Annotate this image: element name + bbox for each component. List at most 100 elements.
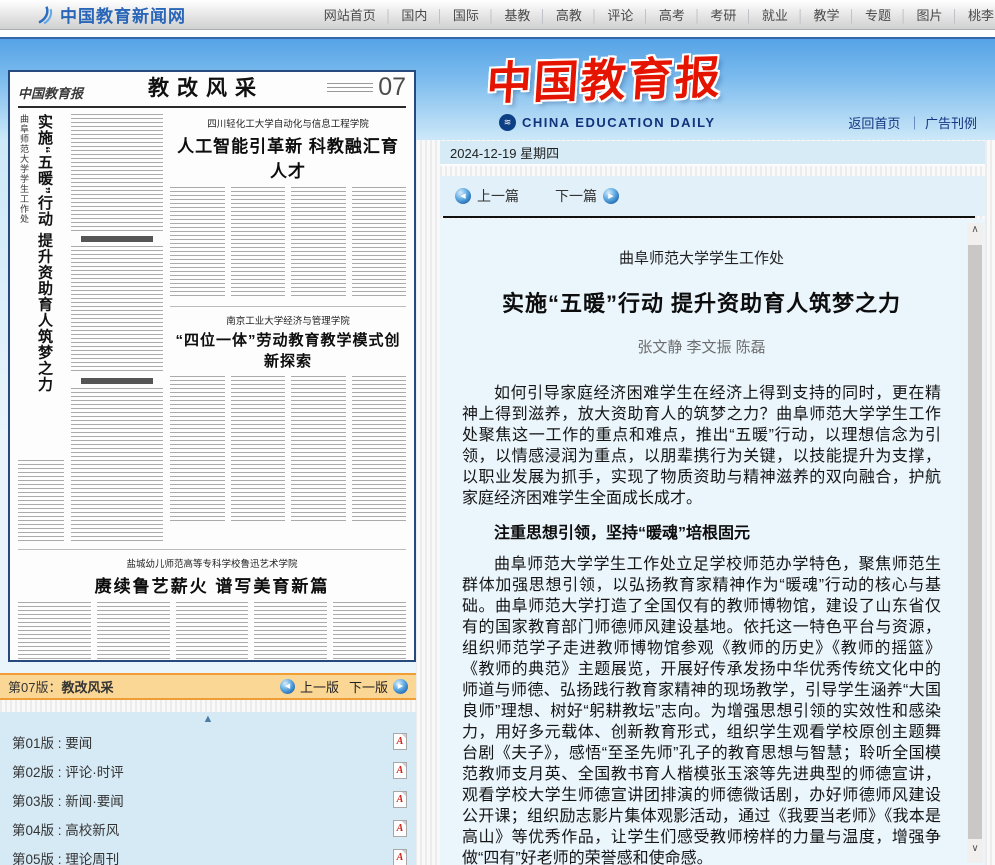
newspaper-article-3: 盐城幼儿师范高等专科学校鲁迅艺术学院 赓续鲁艺薪火 谱写美育新篇 — [18, 549, 406, 660]
article-paragraph: 如何引导家庭经济困难学生在经济上得到支持的同时，更在精神上得到滋养，放大资助育人… — [462, 383, 941, 509]
top-nav-list: 网站首页 国内 国际 基教 高教 评论 高考 考研 就业 教学 专题 图片 桃李 — [324, 5, 995, 24]
article-nav-bar: ◀ 上一篇 下一篇 ▶ — [440, 176, 985, 216]
newspaper-vertical-article: 曲阜师范大学学生工作处 实施“五暖”行动 提升资助育人筑梦之力 — [18, 114, 64, 542]
prev-edition-button[interactable]: ◀ 上一版 — [280, 677, 339, 696]
next-edition-label: 下一版 — [349, 677, 388, 696]
nav-item-basic-edu[interactable]: 基教 — [479, 5, 531, 24]
newspaper-article-1: 四川轻化工大学自动化与信息工程学院 人工智能引革新 科教融汇育人才 — [170, 114, 406, 299]
newspaper-page-image: 中国教育报 教改风采 07 曲阜师范大学学生工作处 实施“五暖”行动 提升资助育… — [8, 70, 416, 662]
nav-item-special[interactable]: 专题 — [839, 5, 891, 24]
next-arrow-icon: ▶ — [603, 188, 619, 204]
paper-masthead-title: 中国教育报 — [485, 41, 724, 112]
edition-row: 第04版 : 高校新风 A — [0, 814, 416, 843]
nav-item-commentary[interactable]: 评论 — [582, 5, 634, 24]
edition-link[interactable]: 第05版 : 理论周刊 — [12, 848, 119, 865]
article-title: 实施“五暖”行动 提升资助育人筑梦之力 — [462, 286, 941, 318]
article-section-heading: 注重思想引领，坚持“暖魂”培根固元 — [462, 523, 941, 544]
scroll-up-icon[interactable]: ∧ — [967, 224, 983, 235]
edition-bar-nav: ◀ 上一版 下一版 ▶ — [280, 677, 408, 696]
edition-link[interactable]: 第01版 : 要闻 — [12, 732, 92, 752]
vertical-article-kicker: 曲阜师范大学学生工作处 — [18, 114, 31, 242]
article-headline: 赓续鲁艺薪火 谱写美育新篇 — [18, 572, 406, 597]
pdf-icon[interactable]: A — [393, 820, 407, 837]
article-body-columns — [170, 187, 406, 299]
article-headline: 人工智能引革新 科教融汇育人才 — [170, 132, 406, 182]
prev-arrow-icon: ◀ — [280, 679, 295, 694]
pdf-icon[interactable]: A — [393, 791, 407, 808]
scrollbar-thumb[interactable] — [968, 245, 982, 839]
nav-item-gaokao[interactable]: 高考 — [633, 5, 685, 24]
newspaper-page-number: 07 — [378, 73, 406, 102]
article-kicker: 四川轻化工大学自动化与信息工程学院 — [170, 116, 406, 130]
nav-item-taoli[interactable]: 桃李 — [942, 5, 994, 24]
article-supertitle: 曲阜师范大学学生工作处 — [462, 247, 941, 268]
edition-link[interactable]: 第04版 : 高校新风 — [12, 819, 119, 839]
logo-swoosh-icon — [34, 4, 54, 26]
newspaper-subhead-block — [81, 378, 153, 384]
newspaper-section-title: 教改风采 — [98, 72, 314, 102]
newspaper-page-info: 07 — [314, 73, 406, 102]
top-nav-bar: 中国教育新闻网 网站首页 国内 国际 基教 高教 评论 高考 考研 就业 教学 … — [0, 0, 995, 30]
nav-item-kaoyan[interactable]: 考研 — [685, 5, 737, 24]
nav-item-domestic[interactable]: 国内 — [376, 5, 428, 24]
newspaper-date-lines — [327, 83, 373, 92]
newspaper-text-block — [18, 460, 64, 542]
newspaper-right-articles: 四川轻化工大学自动化与信息工程学院 人工智能引革新 科教融汇育人才 南京工业大学… — [170, 114, 406, 542]
prev-article-label: 上一篇 — [477, 186, 519, 206]
next-article-button[interactable]: 下一篇 ▶ — [555, 186, 619, 206]
edition-bar: 第07版： 教改风采 ◀ 上一版 下一版 ▶ — [0, 673, 416, 700]
article-body-columns — [170, 376, 406, 522]
date-bar: 2024-12-19 星期四 — [440, 141, 985, 166]
article-paragraph: 曲阜师范大学学生工作处立足学校师范办学特色，聚焦师范生群体加强思想引领，以弘扬教… — [462, 554, 941, 865]
edition-row: 第03版 : 新闻·要闻 A — [0, 785, 416, 814]
edition-list-panel: ▲ 第01版 : 要闻 A 第02版 : 评论·时评 A 第03版 : 新闻·要… — [0, 712, 416, 865]
prev-edition-label: 上一版 — [300, 677, 339, 696]
vertical-article-title: 实施“五暖”行动 提升资助育人筑梦之力 — [34, 114, 55, 454]
next-edition-button[interactable]: 下一版 ▶ — [349, 677, 408, 696]
scroll-down-icon[interactable]: ∨ — [967, 843, 983, 854]
article-authors: 张文静 李文振 陈磊 — [462, 336, 941, 357]
edition-row: 第02版 : 评论·时评 A — [0, 756, 416, 785]
site-logo-text: 中国教育新闻网 — [60, 2, 186, 27]
article-headline: “四位一体”劳动教育教学模式创新探索 — [170, 329, 406, 371]
next-article-label: 下一篇 — [555, 186, 597, 206]
edition-row: 第01版 : 要闻 A — [0, 727, 416, 756]
ad-rates-link[interactable]: 广告刊例 — [904, 116, 977, 131]
article-content: 曲阜师范大学学生工作处 实施“五暖”行动 提升资助育人筑梦之力 张文静 李文振 … — [440, 219, 985, 865]
masthead-links: 返回首页 广告刊例 — [440, 113, 985, 132]
prev-arrow-icon: ◀ — [455, 188, 471, 204]
edition-bar-prefix: 第07版： — [8, 677, 61, 696]
nav-item-international[interactable]: 国际 — [427, 5, 479, 24]
horizontal-rule — [443, 216, 975, 218]
article-kicker: 盐城幼儿师范高等专科学校鲁迅艺术学院 — [18, 556, 406, 570]
edition-link[interactable]: 第03版 : 新闻·要闻 — [12, 790, 124, 810]
article-body-columns — [18, 602, 406, 660]
newspaper-text-block — [71, 388, 163, 542]
nav-item-home[interactable]: 网站首页 — [324, 5, 376, 24]
edition-link[interactable]: 第02版 : 评论·时评 — [12, 761, 124, 781]
newspaper-brand: 中国教育报 — [18, 83, 98, 102]
site-logo[interactable]: 中国教育新闻网 — [34, 2, 186, 27]
pdf-icon[interactable]: A — [393, 849, 407, 865]
newspaper-subhead-block — [81, 236, 153, 242]
pdf-icon[interactable]: A — [393, 733, 407, 750]
collapse-triangle-icon[interactable]: ▲ — [0, 712, 416, 727]
article-panel: 曲阜师范大学学生工作处 实施“五暖”行动 提升资助育人筑梦之力 张文静 李文振 … — [440, 219, 985, 865]
newspaper-text-block — [71, 246, 163, 374]
pdf-icon[interactable]: A — [393, 762, 407, 779]
newspaper-column — [71, 114, 163, 542]
back-to-home-link[interactable]: 返回首页 — [848, 116, 900, 131]
edition-row: 第05版 : 理论周刊 A — [0, 843, 416, 865]
nav-item-higher-edu[interactable]: 高教 — [530, 5, 582, 24]
scrollbar[interactable]: ∧ ∨ — [967, 223, 983, 863]
nav-item-teaching[interactable]: 教学 — [788, 5, 840, 24]
prev-article-button[interactable]: ◀ 上一篇 — [455, 186, 519, 206]
date-text: 2024-12-19 星期四 — [450, 143, 559, 162]
nav-item-photos[interactable]: 图片 — [891, 5, 943, 24]
article-kicker: 南京工业大学经济与管理学院 — [170, 313, 406, 327]
nav-item-employment[interactable]: 就业 — [736, 5, 788, 24]
newspaper-header: 中国教育报 教改风采 07 — [18, 78, 406, 108]
header-divider — [0, 30, 995, 37]
newspaper-main: 曲阜师范大学学生工作处 实施“五暖”行动 提升资助育人筑梦之力 四川轻化工大学自… — [18, 114, 406, 542]
next-arrow-icon: ▶ — [393, 679, 408, 694]
